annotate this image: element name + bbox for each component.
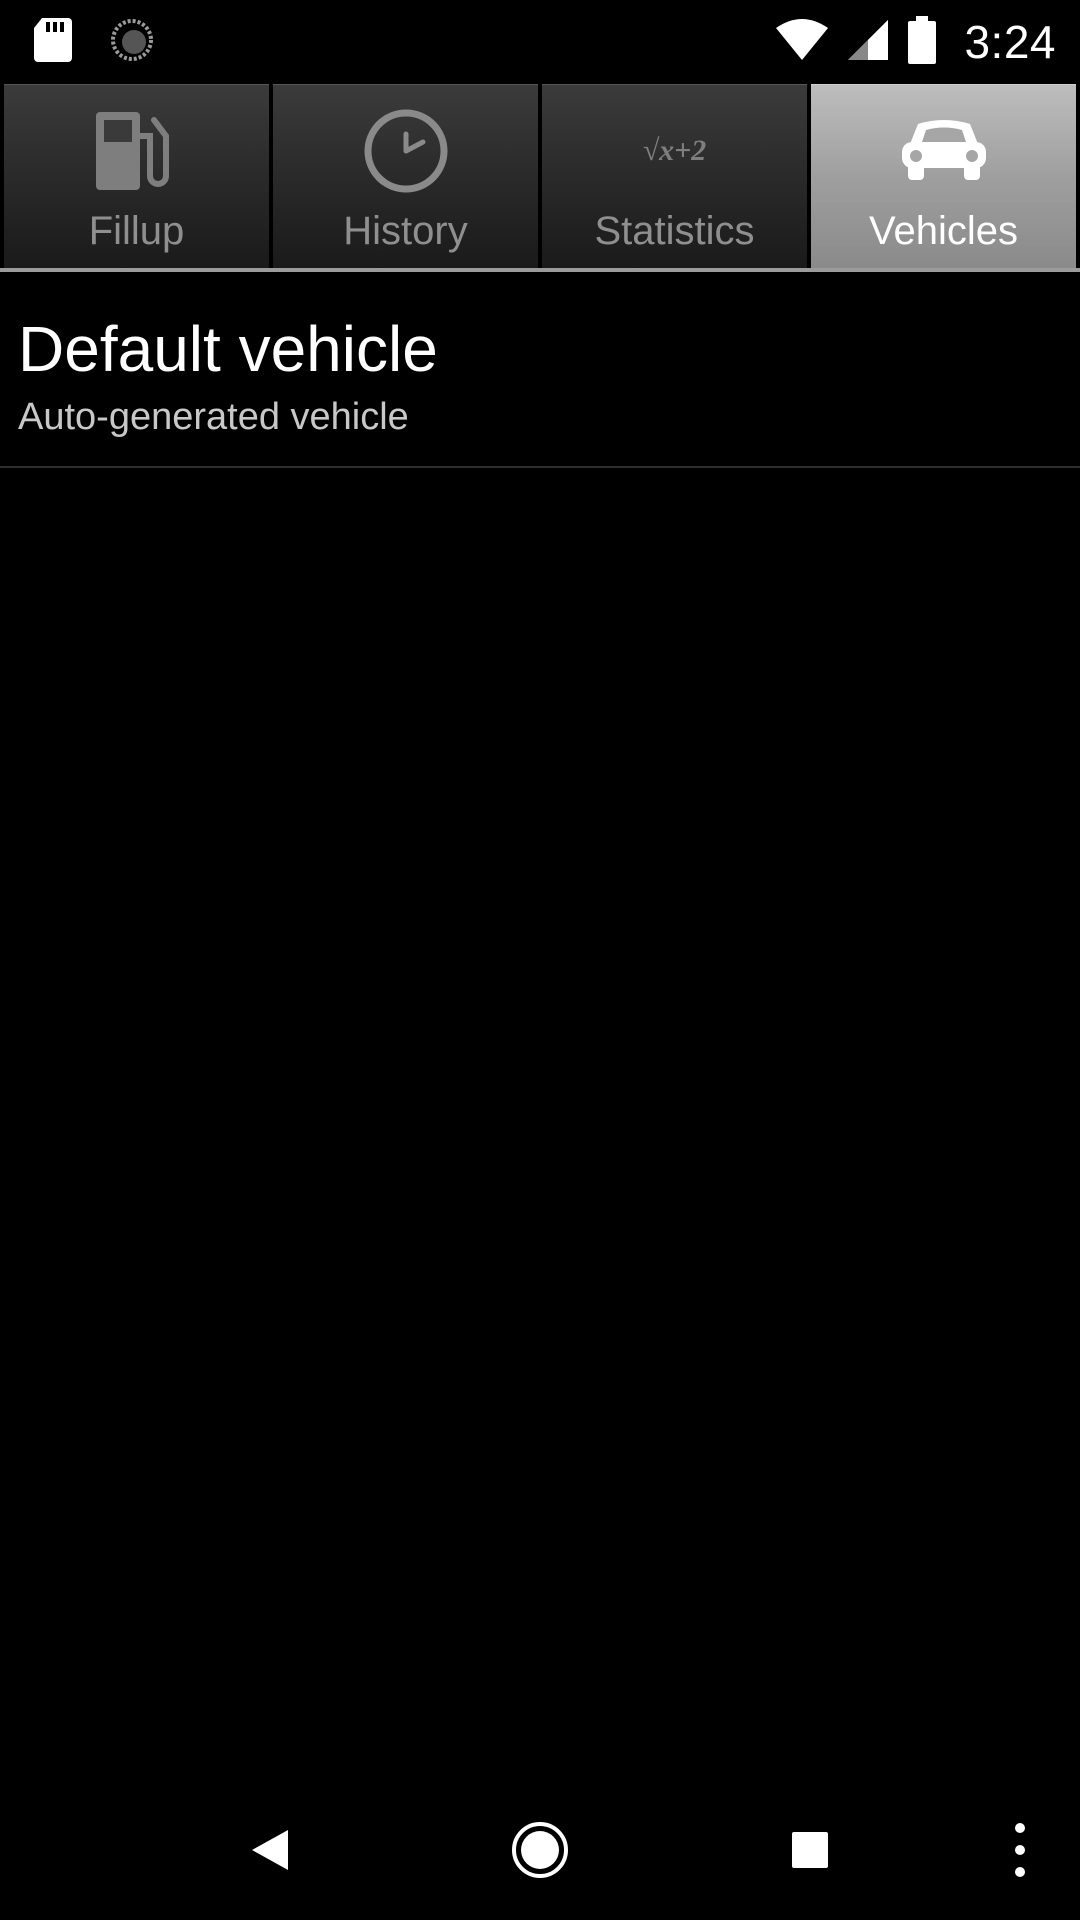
clock-icon (356, 103, 456, 199)
sd-card-icon (34, 17, 72, 67)
status-time: 3:24 (964, 16, 1056, 68)
fuel-pump-icon (87, 103, 187, 199)
home-icon[interactable] (500, 1810, 580, 1890)
tab-label: History (343, 209, 468, 253)
tab-label: Statistics (594, 209, 755, 253)
formula-icon-text: √x+2 (642, 134, 707, 167)
tab-bar: Fillup History √x+2 Statistics Vehicles (0, 84, 1080, 272)
vehicle-list: Default vehicle Auto-generated vehicle (0, 272, 1080, 468)
tab-fillup[interactable]: Fillup (4, 84, 269, 268)
status-right: 3:24 (774, 10, 1056, 74)
tab-vehicles[interactable]: Vehicles (811, 84, 1076, 268)
formula-icon: √x+2 (625, 103, 725, 199)
tab-label: Vehicles (869, 209, 1018, 253)
back-icon[interactable] (230, 1810, 310, 1890)
status-left (34, 14, 154, 70)
overflow-menu-icon[interactable] (980, 1810, 1060, 1890)
vehicle-description: Auto-generated vehicle (18, 396, 409, 438)
battery-icon (908, 15, 937, 69)
signal-icon (848, 18, 890, 67)
status-bar: 3:24 (0, 0, 1080, 84)
wifi-icon (774, 18, 830, 67)
car-icon (894, 103, 994, 199)
vehicle-name: Default vehicle (18, 313, 438, 385)
tab-history[interactable]: History (273, 84, 538, 268)
nav-bar (0, 1780, 1080, 1920)
sync-icon (110, 18, 154, 67)
tab-label: Fillup (88, 209, 185, 253)
recents-icon[interactable] (770, 1810, 850, 1890)
tab-statistics[interactable]: √x+2 Statistics (542, 84, 807, 268)
list-item[interactable]: Default vehicle Auto-generated vehicle (0, 272, 1080, 468)
